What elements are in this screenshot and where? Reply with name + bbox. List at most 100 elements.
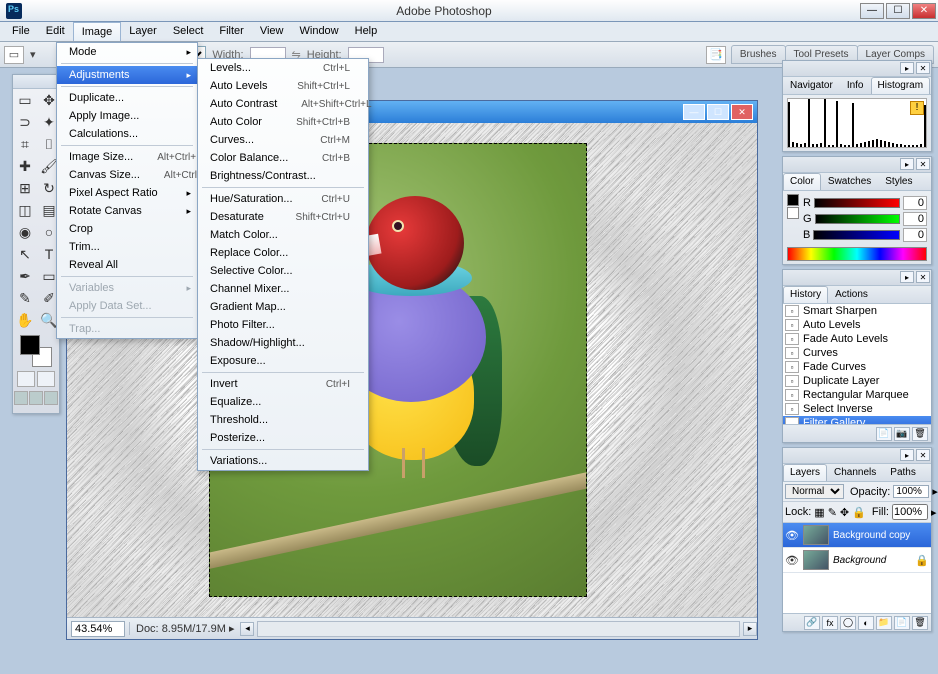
adjustments-levels[interactable]: Levels...Ctrl+L [198,59,368,77]
menu-filter[interactable]: Filter [211,22,251,41]
arrow-icon[interactable]: ▸ [932,485,938,498]
standard-mode-button[interactable] [17,371,35,387]
tab-paths[interactable]: Paths [883,464,923,481]
history-curves[interactable]: ▫Curves [783,346,931,360]
doc-maximize[interactable]: ☐ [707,104,729,120]
screen-full-menu[interactable] [29,391,43,405]
color-spectrum[interactable] [787,247,927,261]
foreground-color[interactable] [20,335,40,355]
r-value[interactable]: 0 [903,196,927,210]
adjustments-equalize[interactable]: Equalize... [198,393,368,411]
delete-layer[interactable]: 🗑 [912,616,928,630]
foreground-background[interactable] [20,335,52,367]
b-slider[interactable] [813,230,900,240]
scroll-left[interactable]: ◂ [240,622,254,636]
menu-image[interactable]: Image [73,22,122,41]
new-doc-from-state[interactable]: 📄 [876,427,892,441]
maximize-button[interactable]: ☐ [886,3,910,19]
palette-toggle-icon[interactable]: 📑 [706,46,726,64]
adjustments-brightness-contrast[interactable]: Brightness/Contrast... [198,167,368,185]
tab-color[interactable]: Color [783,173,821,190]
path-tool[interactable]: ↖ [13,243,37,265]
layer-background-copy[interactable]: 👁Background copy [783,523,931,548]
blend-mode-select[interactable]: Normal [785,484,844,499]
image-menu-trim[interactable]: Trim... [57,238,197,256]
image-menu-duplicate[interactable]: Duplicate... [57,89,197,107]
cache-warning-icon[interactable]: ! [910,101,924,115]
pen-tool[interactable]: ✒ [13,265,37,287]
stamp-tool[interactable]: ⊞ [13,177,37,199]
new-group[interactable]: 📁 [876,616,892,630]
menu-file[interactable]: File [4,22,38,41]
menu-layer[interactable]: Layer [121,22,165,41]
history-fade-auto-levels[interactable]: ▫Fade Auto Levels [783,332,931,346]
tab-styles[interactable]: Styles [878,173,919,190]
adjustments-color-balance[interactable]: Color Balance...Ctrl+B [198,149,368,167]
link-layers[interactable]: 🔗 [804,616,820,630]
history-duplicate-layer[interactable]: ▫Duplicate Layer [783,374,931,388]
screen-standard[interactable] [14,391,28,405]
opacity-field[interactable] [893,485,929,498]
toolbox-header[interactable] [13,75,59,89]
palette-close-button[interactable]: ✕ [916,158,930,170]
image-menu-calculations[interactable]: Calculations... [57,125,197,143]
layer-mask[interactable]: ◯ [840,616,856,630]
history-auto-levels[interactable]: ▫Auto Levels [783,318,931,332]
arrow-down-icon[interactable]: ▾ [30,48,36,61]
heal-tool[interactable]: ✚ [13,155,37,177]
lock-transparency-icon[interactable]: ▦ [814,506,824,519]
menu-view[interactable]: View [252,22,292,41]
visibility-toggle[interactable]: 👁 [785,528,799,542]
screen-full[interactable] [44,391,58,405]
image-menu-adjustments[interactable]: Adjustments▸ [57,66,197,84]
image-menu-crop[interactable]: Crop [57,220,197,238]
tab-histogram[interactable]: Histogram [871,77,931,94]
image-menu-image-size[interactable]: Image Size...Alt+Ctrl+I [57,148,197,166]
history-filter-gallery[interactable]: ▫Filter Gallery [783,416,931,424]
palette-menu-button[interactable]: ▸ [900,271,914,283]
image-menu-mode[interactable]: Mode▸ [57,43,197,61]
adjustments-hue-saturation[interactable]: Hue/Saturation...Ctrl+U [198,190,368,208]
menu-window[interactable]: Window [292,22,347,41]
layer-style[interactable]: fx [822,616,838,630]
history-rectangular-marquee[interactable]: ▫Rectangular Marquee [783,388,931,402]
menu-select[interactable]: Select [165,22,212,41]
foreground-swatch[interactable] [787,194,799,206]
adjustments-channel-mixer[interactable]: Channel Mixer... [198,280,368,298]
tab-layers[interactable]: Layers [783,464,827,481]
zoom-field[interactable] [71,621,125,637]
adjustments-posterize[interactable]: Posterize... [198,429,368,447]
background-swatch[interactable] [787,207,799,219]
close-button[interactable]: ✕ [912,3,936,19]
tab-navigator[interactable]: Navigator [783,77,840,94]
g-value[interactable]: 0 [903,212,927,226]
layer-thumbnail[interactable] [803,525,829,545]
palette-menu-button[interactable]: ▸ [900,158,914,170]
marquee-tool[interactable]: ▭ [13,89,37,111]
lock-position-icon[interactable]: ✥ [840,506,849,519]
palette-close-button[interactable]: ✕ [916,449,930,461]
image-menu-pixel-aspect-ratio[interactable]: Pixel Aspect Ratio▸ [57,184,197,202]
adjustments-gradient-map[interactable]: Gradient Map... [198,298,368,316]
adjustments-auto-contrast[interactable]: Auto ContrastAlt+Shift+Ctrl+L [198,95,368,113]
image-menu-reveal-all[interactable]: Reveal All [57,256,197,274]
adjustments-curves[interactable]: Curves...Ctrl+M [198,131,368,149]
fill-field[interactable] [892,504,928,520]
g-slider[interactable] [815,214,900,224]
tab-history[interactable]: History [783,286,828,303]
r-slider[interactable] [814,198,900,208]
minimize-button[interactable]: — [860,3,884,19]
eraser-tool[interactable]: ◫ [13,199,37,221]
new-snapshot[interactable]: 📷 [894,427,910,441]
hand-tool[interactable]: ✋ [13,309,37,331]
tab-swatches[interactable]: Swatches [821,173,878,190]
adjustments-desaturate[interactable]: DesaturateShift+Ctrl+U [198,208,368,226]
b-value[interactable]: 0 [903,228,927,242]
adjustments-photo-filter[interactable]: Photo Filter... [198,316,368,334]
lock-pixels-icon[interactable]: ✎ [828,506,837,519]
tab-brushes[interactable]: Brushes [731,45,786,64]
crop-tool[interactable]: ⌗ [13,133,37,155]
adjustments-replace-color[interactable]: Replace Color... [198,244,368,262]
layer-background[interactable]: 👁Background🔒 [783,548,931,573]
adjustments-shadow-highlight[interactable]: Shadow/Highlight... [198,334,368,352]
